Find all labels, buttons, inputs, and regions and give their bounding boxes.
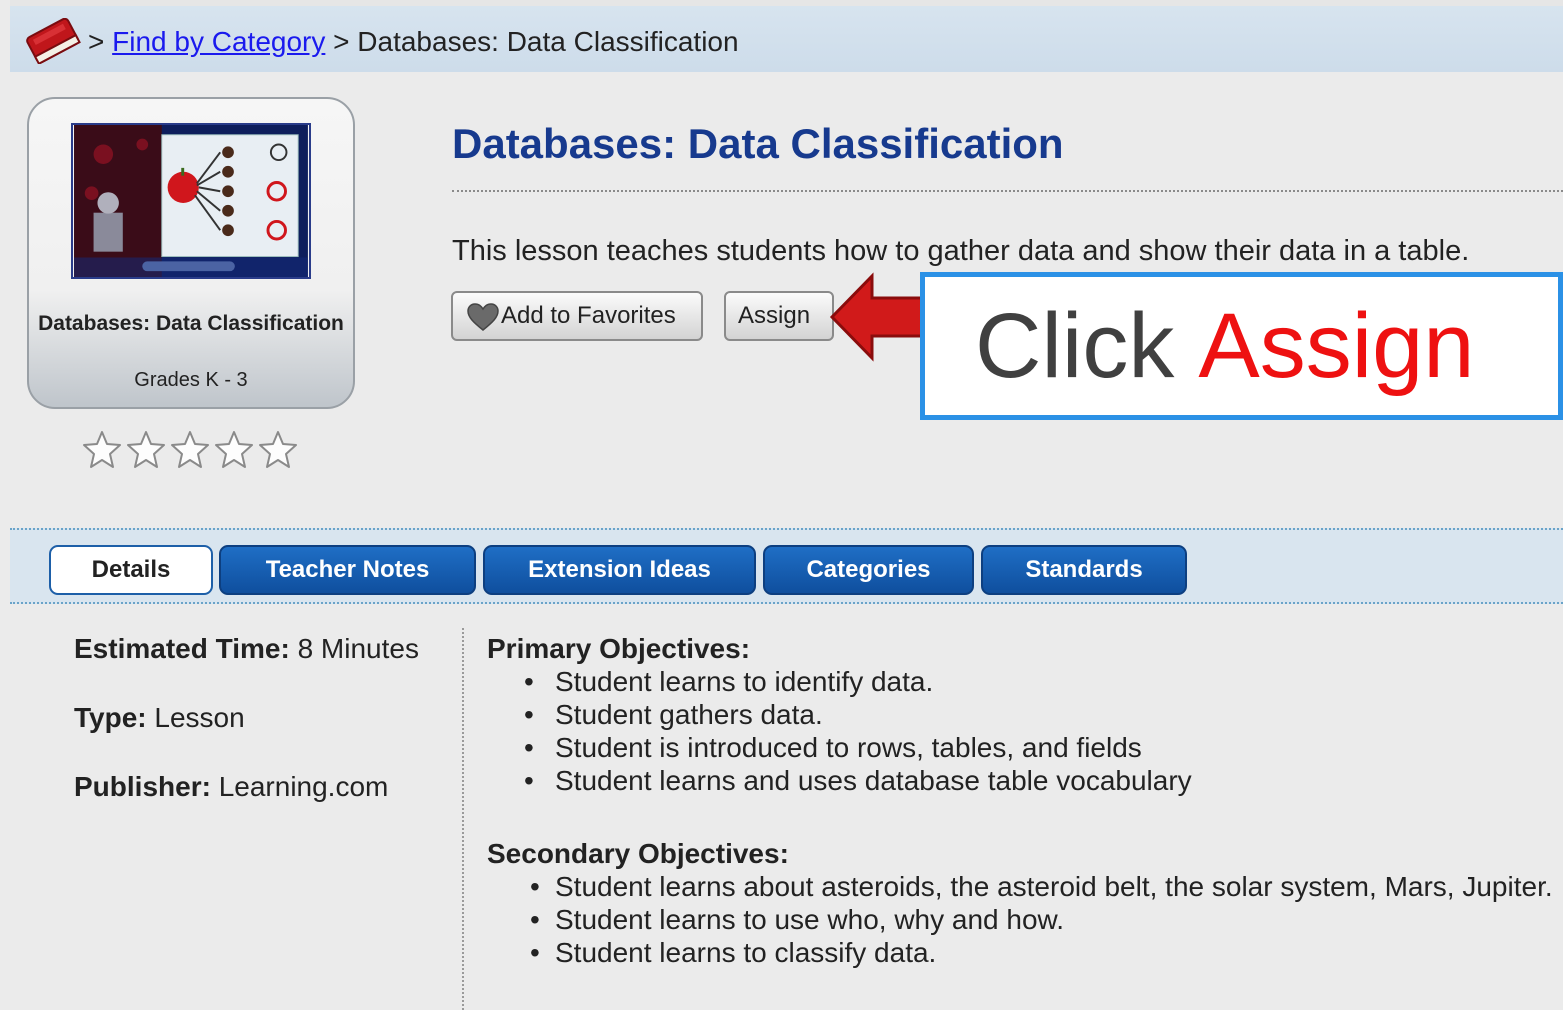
- page-title: Databases: Data Classification: [452, 120, 1064, 167]
- estimated-time-value: 8 Minutes: [297, 633, 419, 664]
- assign-button[interactable]: Assign: [724, 291, 834, 341]
- primary-objectives-heading: Primary Objectives:: [487, 633, 751, 664]
- list-item: Student learns to use who, why and how.: [487, 903, 1563, 936]
- column-divider: [462, 628, 464, 1010]
- add-to-favorites-label: Add to Favorites: [501, 302, 676, 329]
- tab-details[interactable]: Details: [49, 545, 213, 595]
- tab-categories[interactable]: Categories: [763, 545, 974, 595]
- lesson-thumbnail: [71, 123, 311, 279]
- tab-bar: Details Teacher Notes Extension Ideas Ca…: [10, 528, 1563, 604]
- details-panel: Estimated Time: 8 Minutes Type: Lesson P…: [74, 632, 444, 839]
- estimated-time: Estimated Time: 8 Minutes: [74, 632, 444, 665]
- arrow-left-icon: [829, 272, 924, 362]
- type-label: Type:: [74, 702, 147, 733]
- callout-word-assign: Assign: [1198, 295, 1475, 397]
- star-icon: [83, 431, 121, 468]
- star-icon: [259, 431, 297, 468]
- primary-objectives-list: Student learns to identify data. Student…: [487, 665, 1563, 797]
- star-icon: [127, 431, 165, 468]
- breadcrumb-link-find-by-category[interactable]: Find by Category: [112, 26, 325, 57]
- breadcrumb-bar: > Find by Category > Databases: Data Cla…: [10, 0, 1563, 72]
- secondary-objectives-list: Student learns about asteroids, the aste…: [487, 870, 1563, 969]
- tab-standards[interactable]: Standards: [981, 545, 1187, 595]
- book-icon[interactable]: [22, 18, 86, 64]
- breadcrumb-current: Databases: Data Classification: [357, 26, 739, 57]
- lesson-card[interactable]: Databases: Data Classification Grades K …: [27, 97, 355, 409]
- lesson-type: Type: Lesson: [74, 701, 444, 734]
- instruction-callout: Click Assign: [920, 272, 1563, 420]
- card-grades: Grades K - 3: [134, 369, 248, 391]
- list-item: Student learns to identify data.: [487, 665, 1563, 698]
- breadcrumb-separator: >: [88, 26, 105, 57]
- publisher-label: Publisher:: [74, 771, 211, 802]
- title-divider: [452, 190, 1563, 192]
- list-item: Student learns and uses database table v…: [487, 764, 1563, 797]
- tab-extension-ideas[interactable]: Extension Ideas: [483, 545, 756, 595]
- secondary-objectives-heading: Secondary Objectives:: [487, 838, 789, 869]
- add-to-favorites-button[interactable]: Add to Favorites: [451, 291, 703, 341]
- publisher-value: Learning.com: [218, 771, 389, 802]
- list-item: Student learns about asteroids, the aste…: [487, 870, 1563, 903]
- breadcrumb-separator: >: [333, 26, 350, 57]
- list-item: Student is introduced to rows, tables, a…: [487, 731, 1563, 764]
- tab-teacher-notes[interactable]: Teacher Notes: [219, 545, 476, 595]
- estimated-time-label: Estimated Time:: [74, 633, 290, 664]
- card-title: Databases: Data Classification: [38, 312, 344, 335]
- lesson-description: This lesson teaches students how to gath…: [452, 235, 1470, 267]
- star-icon: [171, 431, 209, 468]
- star-icon: [215, 431, 253, 468]
- objectives-panel: Primary Objectives: Student learns to id…: [487, 632, 1563, 969]
- list-item: Student learns to classify data.: [487, 936, 1563, 969]
- breadcrumb: > Find by Category > Databases: Data Cla…: [88, 26, 739, 58]
- type-value: Lesson: [154, 702, 245, 733]
- assign-label: Assign: [738, 302, 811, 329]
- list-item: Student gathers data.: [487, 698, 1563, 731]
- heart-icon: [467, 303, 499, 331]
- publisher: Publisher: Learning.com: [74, 770, 444, 803]
- rating-stars[interactable]: [80, 428, 300, 472]
- callout-word-click: Click: [975, 295, 1175, 397]
- secondary-objectives: Secondary Objectives: Student learns abo…: [487, 837, 1563, 969]
